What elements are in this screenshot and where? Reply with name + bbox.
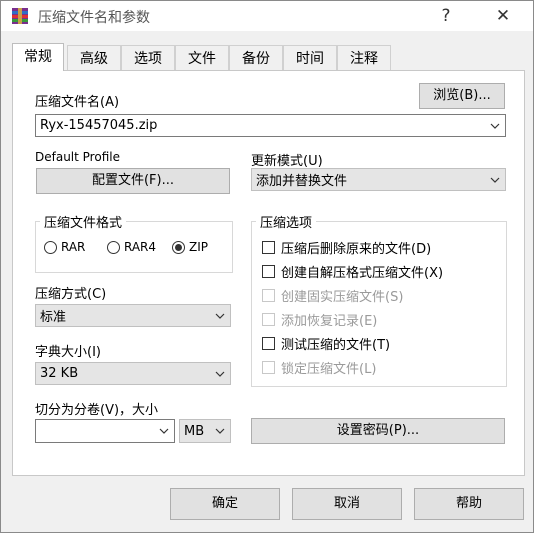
tab-backup[interactable]: 备份: [229, 45, 283, 70]
window-title: 压缩文件名和参数: [38, 10, 150, 26]
ok-button[interactable]: 确定: [170, 488, 280, 520]
checkbox-test[interactable]: 测试压缩的文件(T): [262, 334, 390, 353]
chevron-down-icon: [214, 420, 226, 442]
archive-name-value: Ryx-15457045.zip: [40, 118, 158, 133]
chevron-down-icon: [158, 420, 170, 442]
method-label: 压缩方式(C): [35, 287, 107, 302]
split-unit-value: MB: [184, 423, 205, 439]
split-unit-select[interactable]: MB: [179, 419, 231, 443]
checkbox-solid: 创建固实压缩文件(S): [262, 286, 403, 305]
format-group-title: 压缩文件格式: [40, 212, 127, 231]
checkbox-box: [262, 313, 275, 326]
tab-advanced[interactable]: 高级: [67, 45, 121, 70]
browse-button[interactable]: 浏览(B)...: [419, 83, 505, 109]
set-password-button[interactable]: 设置密码(P)...: [251, 418, 505, 444]
chevron-down-icon: [214, 305, 226, 326]
checkbox-lock-label: 锁定压缩文件(L): [281, 362, 377, 377]
dictionary-select[interactable]: 32 KB: [35, 362, 231, 385]
update-mode-label: 更新模式(U): [251, 154, 323, 169]
general-panel: 压缩文件名(A) 浏览(B)... Ryx-15457045.zip Defau…: [12, 70, 525, 476]
close-icon[interactable]: ✕: [483, 3, 523, 29]
radio-circle-selected: [172, 240, 185, 254]
profiles-button[interactable]: 配置文件(F)...: [36, 168, 230, 194]
title-bar: 压缩文件名和参数 ? ✕: [1, 1, 533, 31]
split-size-field[interactable]: [35, 419, 175, 443]
help-button[interactable]: 帮助: [414, 488, 524, 520]
options-group-title: 压缩选项: [256, 212, 317, 231]
archive-name-field[interactable]: Ryx-15457045.zip: [35, 114, 506, 137]
profile-label: Default Profile: [35, 150, 120, 164]
checkbox-solid-label: 创建固实压缩文件(S): [281, 290, 404, 305]
checkbox-delete-after-label: 压缩后删除原来的文件(D): [281, 242, 432, 257]
cancel-button[interactable]: 取消: [292, 488, 402, 520]
checkbox-box: [262, 289, 275, 302]
checkbox-delete-after[interactable]: 压缩后删除原来的文件(D): [262, 238, 431, 257]
tab-general[interactable]: 常规: [12, 43, 64, 71]
chevron-down-icon: [214, 363, 226, 384]
help-icon[interactable]: ?: [426, 3, 466, 29]
tab-time[interactable]: 时间: [283, 45, 337, 70]
format-group: 压缩文件格式 RAR RAR4 ZIP: [35, 212, 233, 273]
radio-circle: [44, 240, 57, 254]
update-mode-value: 添加并替换文件: [256, 174, 348, 189]
checkbox-box: [262, 241, 275, 254]
radio-rar4-label: RAR4: [124, 240, 157, 254]
chevron-down-icon: [489, 115, 501, 136]
radio-rar[interactable]: RAR: [44, 240, 85, 254]
chevron-down-icon: [489, 169, 501, 190]
radio-rar4[interactable]: RAR4: [107, 240, 156, 254]
split-label: 切分为分卷(V)，大小: [35, 403, 159, 418]
radio-zip[interactable]: ZIP: [172, 240, 208, 254]
tab-options[interactable]: 选项: [121, 45, 175, 70]
dictionary-label: 字典大小(I): [35, 345, 101, 360]
tab-files[interactable]: 文件: [175, 45, 229, 70]
radio-zip-label: ZIP: [189, 240, 208, 254]
radio-circle: [107, 240, 120, 254]
checkbox-recovery-label: 添加恢复记录(E): [281, 314, 378, 329]
options-group: 压缩选项 压缩后删除原来的文件(D) 创建自解压格式压缩文件(X) 创建固实压缩…: [251, 212, 507, 387]
checkbox-lock: 锁定压缩文件(L): [262, 358, 376, 377]
update-mode-select[interactable]: 添加并替换文件: [251, 168, 506, 191]
winrar-app-icon: [11, 7, 29, 25]
method-value: 标准: [40, 310, 67, 325]
checkbox-test-label: 测试压缩的文件(T): [281, 338, 391, 353]
dialog-window: 压缩文件名和参数 ? ✕ 常规 高级 选项 文件 备份 时间 注释 压缩文件名(…: [0, 0, 534, 533]
checkbox-box: [262, 265, 275, 278]
archive-name-label: 压缩文件名(A): [35, 95, 120, 110]
tab-comment[interactable]: 注释: [337, 45, 391, 70]
checkbox-box: [262, 337, 275, 350]
checkbox-recovery: 添加恢复记录(E): [262, 310, 377, 329]
dictionary-value: 32 KB: [40, 366, 79, 381]
checkbox-box: [262, 361, 275, 374]
radio-rar-label: RAR: [61, 240, 86, 254]
method-select[interactable]: 标准: [35, 304, 231, 327]
checkbox-sfx-label: 创建自解压格式压缩文件(X): [281, 266, 444, 281]
checkbox-sfx[interactable]: 创建自解压格式压缩文件(X): [262, 262, 443, 281]
